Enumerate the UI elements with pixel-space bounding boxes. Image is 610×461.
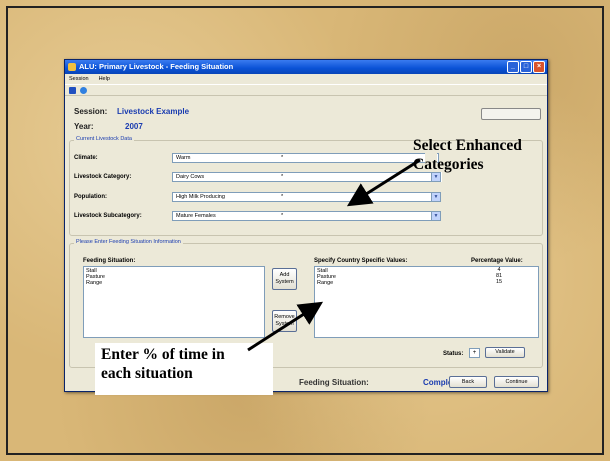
status-label: Status: xyxy=(443,351,464,357)
subcategory-combo-tail[interactable]: ▼ xyxy=(365,211,441,221)
enhanced-categories-callout: Select Enhanced Categories xyxy=(413,136,522,174)
chevron-down-icon[interactable]: ▼ xyxy=(431,212,440,220)
percentage-list: 4 81 15 xyxy=(489,267,509,285)
menu-help[interactable]: Help xyxy=(99,74,110,84)
menu-session[interactable]: Session xyxy=(69,74,89,84)
percentage-value: 15 xyxy=(495,279,503,285)
back-button[interactable]: Back xyxy=(449,376,487,388)
minimize-icon[interactable]: _ xyxy=(507,61,519,73)
menu-bar: Session Help xyxy=(65,74,547,85)
livestock-category-marker: * xyxy=(281,174,284,180)
current-data-legend: Current Livestock Data xyxy=(74,136,134,142)
livestock-category-label: Livestock Category: xyxy=(74,174,132,180)
feeding-situation-header: Feeding Situation: xyxy=(83,258,136,264)
feeding-situation-list[interactable]: Stall Pasture Range xyxy=(83,266,265,338)
callout-line: Categories xyxy=(413,156,484,173)
climate-label: Climate: xyxy=(74,155,98,161)
callout-line: Enter % of time in xyxy=(101,346,225,363)
livestock-subcategory-marker: * xyxy=(281,213,284,219)
close-icon[interactable]: × xyxy=(533,61,545,73)
population-label: Population: xyxy=(74,194,107,200)
feeding-status-label: Feeding Situation: xyxy=(299,378,369,387)
maximize-icon[interactable]: □ xyxy=(520,61,532,73)
chevron-down-icon[interactable]: ▼ xyxy=(431,193,440,201)
title-bar[interactable]: ALU: Primary Livestock - Feeding Situati… xyxy=(65,60,547,74)
status-indicator: + xyxy=(469,348,480,358)
population-value: High Milk Producing xyxy=(176,194,225,200)
slide-background: ALU: Primary Livestock - Feeding Situati… xyxy=(0,0,610,461)
percentage-header: Percentage Value: xyxy=(471,258,523,264)
callout-line: Select Enhanced xyxy=(413,137,522,154)
session-value: Livestock Example xyxy=(117,107,190,116)
feeding-legend: Please Enter Feeding Situation Informati… xyxy=(74,239,183,245)
list-item[interactable]: Range xyxy=(86,280,262,286)
livestock-subcategory-value: Mature Females xyxy=(176,213,216,219)
help-icon[interactable] xyxy=(80,86,87,94)
session-label: Session: xyxy=(74,107,108,116)
livestock-subcategory-label: Livestock Subcategory: xyxy=(74,213,142,219)
toolbar xyxy=(65,85,547,96)
climate-marker: * xyxy=(281,155,284,161)
year-value: 2007 xyxy=(125,122,143,131)
population-marker: * xyxy=(281,194,284,200)
climate-combo[interactable]: Warm * xyxy=(172,153,439,163)
chevron-down-icon[interactable]: ▼ xyxy=(431,173,440,181)
continue-button[interactable]: Continue xyxy=(494,376,539,388)
add-system-button[interactable]: Add System xyxy=(272,268,297,290)
year-label: Year: xyxy=(74,122,94,131)
save-icon[interactable] xyxy=(69,86,76,94)
callout-line: each situation xyxy=(101,365,193,382)
livestock-category-value: Dairy Cows xyxy=(176,174,205,180)
percent-time-callout: Enter % of time in each situation xyxy=(95,343,273,395)
population-combo-tail[interactable]: ▼ xyxy=(365,192,441,202)
top-right-button[interactable] xyxy=(481,108,541,120)
validate-button[interactable]: Validate xyxy=(485,347,525,358)
climate-value: Warm xyxy=(176,155,191,161)
app-icon xyxy=(68,63,76,71)
specific-values-header: Specify Country Specific Values: xyxy=(314,258,408,264)
window-title: ALU: Primary Livestock - Feeding Situati… xyxy=(79,62,234,71)
remove-system-button[interactable]: Remove System xyxy=(272,310,297,332)
